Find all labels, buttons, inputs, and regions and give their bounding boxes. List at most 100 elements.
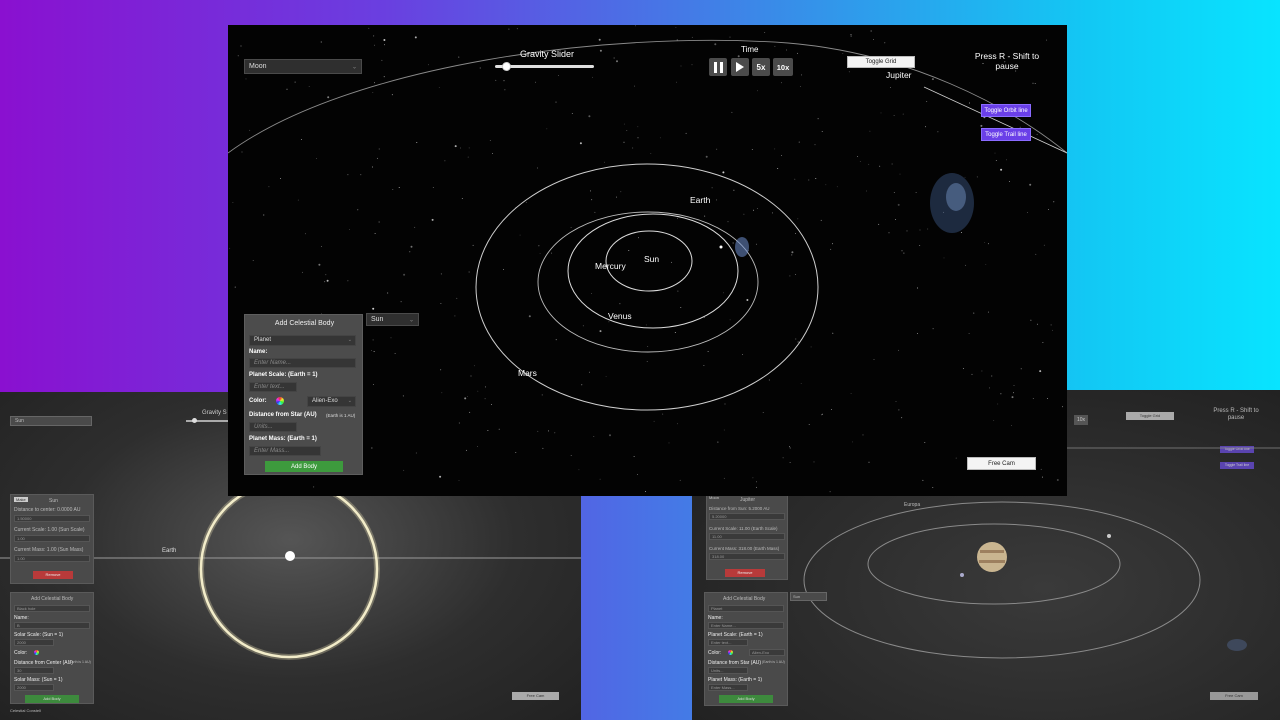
color-picker-icon[interactable] xyxy=(276,397,284,405)
bg-right-mass-value: 318.00 xyxy=(712,554,725,559)
bg-left-name-label: Name: xyxy=(14,615,29,621)
bg-right-distance: Distance from Sun: 5.2000 AU xyxy=(709,506,770,511)
bg-left-scale-field: 1.00 xyxy=(14,535,90,542)
body-type-dropdown[interactable]: Planet ⌄ xyxy=(249,335,356,346)
bg-right-moon-2 xyxy=(1107,534,1111,538)
add-celestial-body-panel: Add Celestial Body Planet ⌄ Name: Enter … xyxy=(244,314,363,475)
bg-left-mass-value: 1.00 xyxy=(17,556,25,561)
earth-nebula xyxy=(735,237,749,257)
bg-right-focus-select: Sun xyxy=(790,592,827,601)
bg-left-dist-field: 30 xyxy=(14,667,54,674)
body-select-dropdown[interactable]: Moon ⌄ xyxy=(244,59,362,74)
bg-left-mass: Current Mass: 1.00 (Sun Mass) xyxy=(14,547,84,553)
pause-button[interactable] xyxy=(709,58,727,76)
bg-left-add-type: Black hole xyxy=(14,605,90,612)
bg-right-dist-label: Distance from Star (AU) xyxy=(708,660,762,666)
bg-right-remove-button: Remove xyxy=(725,569,765,577)
bg-right-mass-ph: Enter Mass... xyxy=(711,685,735,690)
earth-orbit xyxy=(537,211,759,353)
toggle-orbit-line-button[interactable]: Toggle Orbit line xyxy=(981,104,1031,117)
focus-select-value: Sun xyxy=(371,316,384,323)
distance-note: (Earth is 1 AU) xyxy=(326,413,356,418)
bg-right-mass-input: Enter Mass... xyxy=(708,684,748,691)
bg-left-sun-ring xyxy=(199,479,379,659)
gravity-slider-label: Gravity Slider xyxy=(520,49,575,59)
bg-left-info-title: Sun xyxy=(49,498,58,504)
add-panel-title: Add Celestial Body xyxy=(274,320,335,327)
bg-left-sun xyxy=(285,551,295,561)
bg-left-add-type-value: Black hole xyxy=(17,606,36,611)
planet-mass-input[interactable]: Enter Mass... xyxy=(249,446,321,456)
jupiter-label: Jupiter xyxy=(886,70,912,80)
venus-label: Venus xyxy=(608,311,632,321)
texture-dropdown[interactable]: Alien-Exo ⌄ xyxy=(307,396,356,407)
earth-marker xyxy=(719,245,723,249)
bg-left-solar-scale-field: 2000 xyxy=(14,639,54,646)
body-type-value: Planet xyxy=(254,337,272,343)
bg-right-jupiter xyxy=(977,542,1007,572)
bg-right-texture-value: Alien-Exo xyxy=(752,650,770,655)
bg-left-color-label: Color: xyxy=(14,650,28,656)
jupiter-trail-line xyxy=(923,86,1067,154)
texture-value: Alien-Exo xyxy=(312,398,338,404)
free-cam-button[interactable]: Free Cam xyxy=(967,457,1036,470)
bg-left-dist-center-label: Distance from Center (AU) xyxy=(14,660,73,666)
planet-mass-label: Planet Mass: (Earth = 1) xyxy=(249,436,317,442)
bg-right-color-wheel-icon xyxy=(728,650,733,655)
focus-select-dropdown[interactable]: Sun ⌄ xyxy=(366,313,419,326)
bg-left-distance-value: 1.50000 xyxy=(17,516,32,521)
pause-hint: Press R - Shift to pause xyxy=(974,51,1040,71)
bg-right-add-button: Add Body xyxy=(719,695,773,703)
bg-right-distance-value: 5.20000 xyxy=(712,514,727,519)
mercury-label: Mercury xyxy=(595,261,626,271)
nebula-core xyxy=(946,183,966,211)
planet-scale-input[interactable]: Enter text... xyxy=(249,382,297,392)
play-icon xyxy=(736,62,744,72)
speed-10x-button[interactable]: 10x xyxy=(773,58,793,76)
bg-right-scale-field: 11.00 xyxy=(709,533,785,540)
bg-right-dist-ph: Units... xyxy=(711,668,724,673)
speed-5x-button[interactable]: 5x xyxy=(752,58,770,76)
bg-right-info-title: Jupiter xyxy=(740,497,756,503)
bg-left-scale: Current Scale: 1.00 (Sun Scale) xyxy=(14,527,85,533)
color-label: Color: xyxy=(249,398,267,404)
bg-left-name-field: B xyxy=(14,622,90,629)
chevron-down-icon: ⌄ xyxy=(347,398,352,404)
bg-left-name-value: B xyxy=(17,623,20,628)
bg-right-outer-orbit xyxy=(803,501,1201,659)
bg-right-dist-note: (Earth is 1 AU) xyxy=(762,660,785,664)
mars-label: Mars xyxy=(518,368,537,378)
bg-left-solar-scale-label: Solar Scale: (Sun = 1) xyxy=(14,632,64,638)
bg-right-scale-ph: Enter text... xyxy=(711,640,732,645)
bg-left-remove-button: Remove xyxy=(33,571,73,579)
bg-right-europa-label: Europa xyxy=(904,502,921,508)
bg-left-add-panel: Add Celestial Body Black hole Name: B So… xyxy=(10,592,94,704)
toggle-grid-button[interactable]: Toggle Grid xyxy=(847,56,915,68)
chevron-down-icon: ⌄ xyxy=(351,64,357,70)
bg-right-texture-select: Alien-Exo xyxy=(749,649,785,656)
toggle-trail-line-button[interactable]: Toggle Trail line xyxy=(981,128,1031,141)
time-label: Time xyxy=(741,45,759,54)
bg-left-solar-mass-field: 2000 xyxy=(14,684,54,691)
bg-right-jupiter-band-2 xyxy=(979,560,1005,563)
name-label: Name: xyxy=(249,349,268,355)
bg-right-name-field: Enter Name... xyxy=(708,622,784,629)
add-body-button[interactable]: Add Body xyxy=(265,461,343,472)
sun-label: Sun xyxy=(644,254,660,264)
bg-right-color-label: Color: xyxy=(708,650,722,656)
bg-right-add-type-value: Planet xyxy=(711,606,723,611)
bg-right-scale-value: 11.00 xyxy=(712,534,722,539)
chevron-down-icon: ⌄ xyxy=(347,337,352,343)
play-button[interactable] xyxy=(731,58,749,76)
earth-label: Earth xyxy=(690,195,711,205)
simulation-viewport[interactable]: Moon ⌄ Gravity Slider Time 5x 10x Toggle… xyxy=(228,25,1067,496)
bg-left-add-button: Add Body xyxy=(25,695,79,703)
bg-left-add-title: Add Celestial Body xyxy=(31,596,74,602)
distance-input[interactable]: Units... xyxy=(249,422,297,432)
bg-left-solar-mass-value: 2000 xyxy=(17,685,26,690)
name-input[interactable]: Enter Name... xyxy=(249,358,356,368)
bg-left-scale-value: 1.00 xyxy=(17,536,25,541)
bg-right-add-panel: Add Celestial Body Planet Name: Enter Na… xyxy=(704,592,788,706)
jupiter-orbit-arc xyxy=(228,39,1067,154)
bg-right-scale-label: Planet Scale: (Earth = 1) xyxy=(708,632,763,638)
